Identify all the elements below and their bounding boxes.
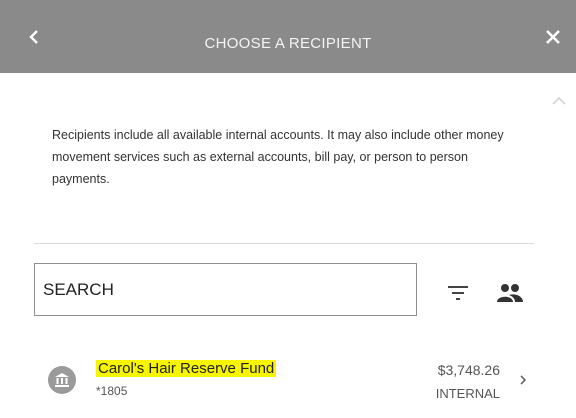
- close-icon: [546, 30, 560, 44]
- recipient-type: INTERNAL: [435, 386, 500, 401]
- intro-text: Recipients include all available interna…: [52, 128, 504, 186]
- recipient-name: Carol's Hair Reserve Fund: [96, 360, 277, 377]
- bank-icon: [48, 366, 76, 394]
- page-title: CHOOSE A RECIPIENT: [204, 35, 372, 52]
- contacts-icon[interactable]: [496, 283, 524, 303]
- recipient-account-number: *1805: [96, 384, 128, 398]
- divider: [34, 243, 534, 244]
- header-bar: CHOOSE A RECIPIENT: [0, 0, 576, 73]
- recipient-balance: $3,748.26: [437, 362, 500, 378]
- recipient-row[interactable]: Carol's Hair Reserve Fund *1805 $3,748.2…: [34, 348, 534, 408]
- close-button[interactable]: [538, 22, 568, 52]
- chevron-right-icon: [520, 375, 527, 385]
- bank-glyph-icon: [55, 373, 69, 387]
- filter-icon[interactable]: [447, 284, 469, 302]
- scroll-up-icon[interactable]: [552, 96, 566, 106]
- search-input[interactable]: [34, 263, 417, 316]
